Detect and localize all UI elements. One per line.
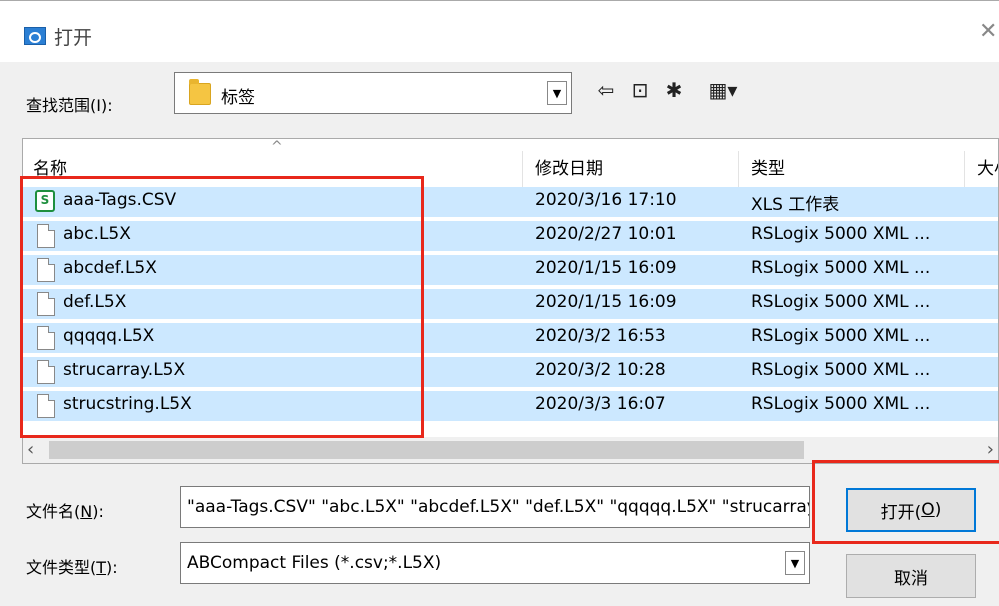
up-folder-icon[interactable]: ⊡ (626, 76, 654, 104)
new-folder-icon[interactable]: ✱ (660, 76, 688, 104)
look-in-value: 标签 (221, 88, 255, 108)
open-button[interactable]: 打开(O) (846, 488, 976, 532)
file-type: XLS 工作表 (751, 195, 840, 215)
close-button[interactable]: ✕ (979, 19, 999, 49)
filetype-label: 文件类型(T): (26, 558, 118, 577)
filename-input[interactable]: "aaa-Tags.CSV" "abc.L5X" "abcdef.L5X" "d… (180, 486, 810, 528)
file-date: 2020/3/3 16:07 (535, 394, 666, 414)
scroll-left-icon[interactable]: ‹ (27, 439, 34, 460)
column-header-date[interactable]: 修改日期 (525, 151, 739, 187)
file-type: RSLogix 5000 XML ... (751, 292, 931, 312)
app-icon (24, 27, 46, 45)
filetype-select[interactable]: ABCompact Files (*.csv;*.L5X) ▼ (180, 542, 810, 584)
look-in-label: 查找范围(I): (26, 96, 113, 115)
chevron-down-icon[interactable]: ▼ (547, 81, 567, 105)
file-type: RSLogix 5000 XML ... (751, 394, 931, 414)
back-icon[interactable]: ⇦ (592, 76, 620, 104)
filetype-value: ABCompact Files (*.csv;*.L5X) (187, 553, 442, 573)
filename-label: 文件名(N): (26, 502, 104, 521)
scroll-thumb[interactable] (49, 441, 804, 459)
cancel-button[interactable]: 取消 (846, 554, 976, 598)
chevron-down-icon[interactable]: ▼ (785, 551, 805, 575)
file-type: RSLogix 5000 XML ... (751, 326, 931, 346)
folder-icon (189, 79, 211, 105)
column-header-size[interactable]: 大小 (967, 151, 998, 187)
file-type: RSLogix 5000 XML ... (751, 360, 931, 380)
file-date: 2020/1/15 16:09 (535, 258, 677, 278)
file-date: 2020/3/16 17:10 (535, 190, 677, 210)
scroll-right-icon[interactable]: › (987, 439, 994, 460)
column-header-type[interactable]: 类型 (741, 151, 965, 187)
highlight-selected-files (20, 176, 424, 438)
title-bar: 打开 ✕ (0, 0, 999, 62)
file-date: 2020/3/2 10:28 (535, 360, 666, 380)
file-type: RSLogix 5000 XML ... (751, 258, 931, 278)
view-menu-icon[interactable]: ▦▾ (700, 76, 746, 104)
window-title: 打开 (54, 27, 93, 49)
file-type: RSLogix 5000 XML ... (751, 224, 931, 244)
file-date: 2020/2/27 10:01 (535, 224, 677, 244)
file-date: 2020/1/15 16:09 (535, 292, 677, 312)
look-in-combo[interactable]: 标签 ▼ (174, 72, 572, 114)
file-date: 2020/3/2 16:53 (535, 326, 666, 346)
